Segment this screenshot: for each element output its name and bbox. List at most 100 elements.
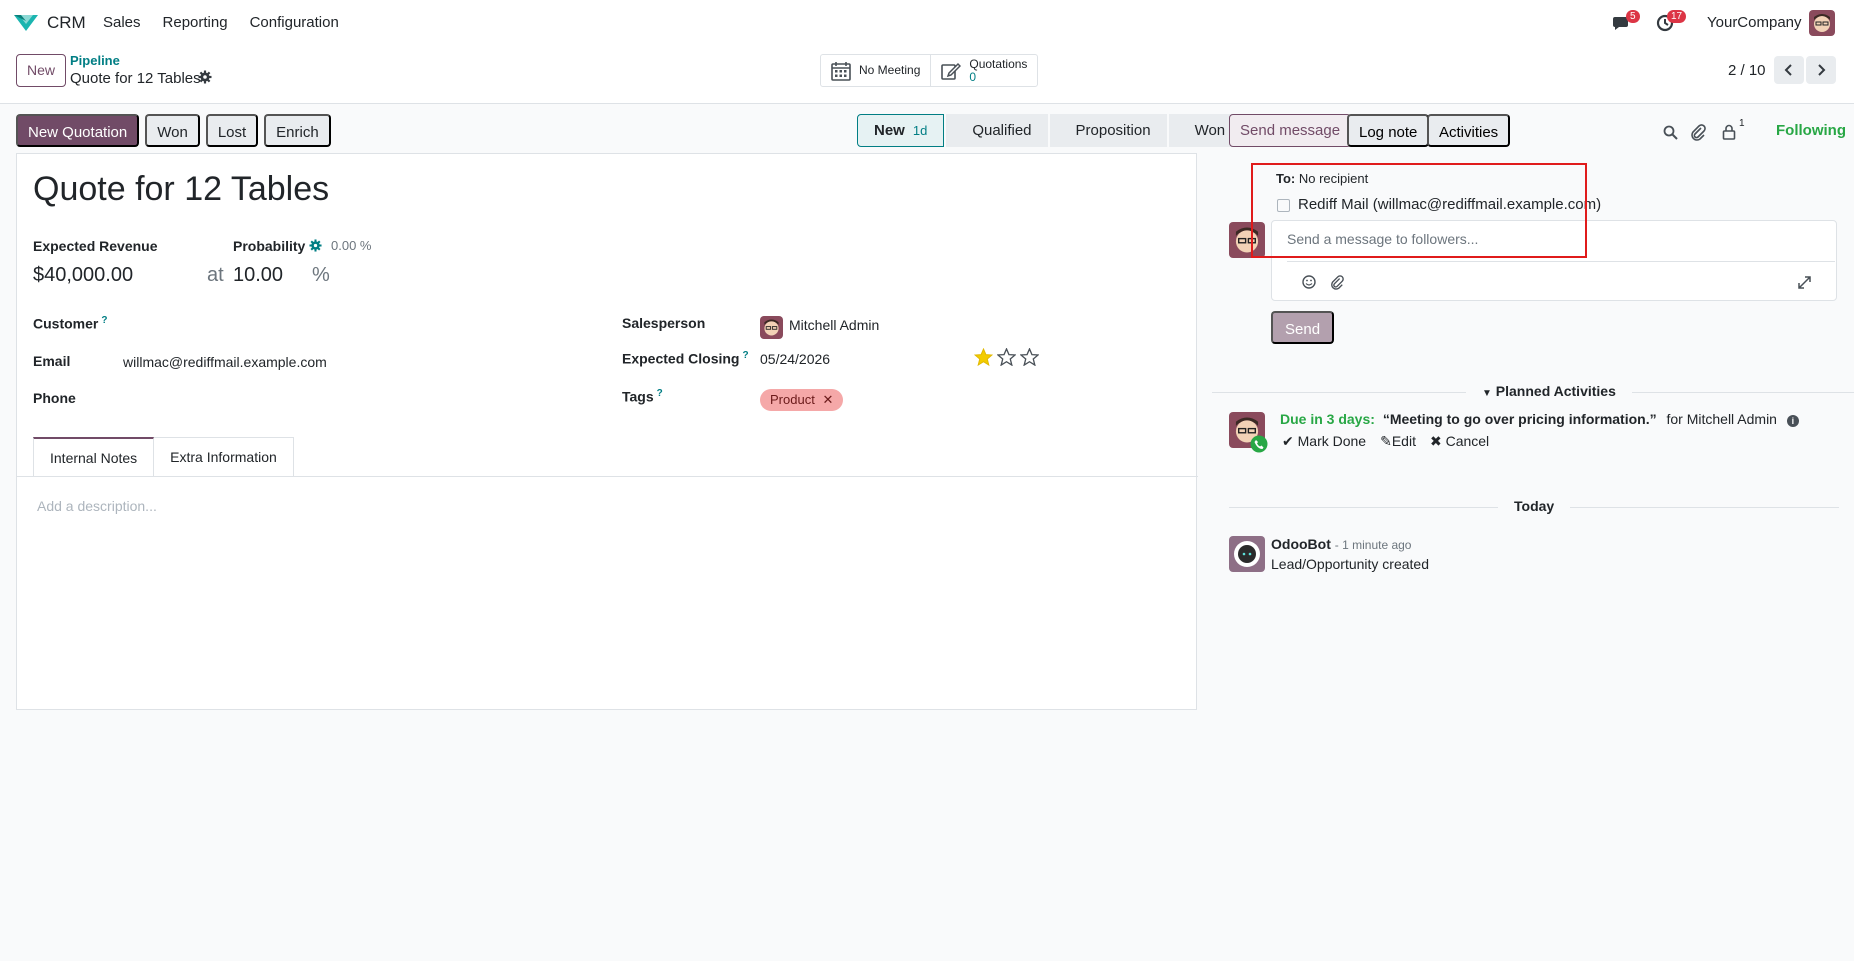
send-button[interactable]: Send	[1271, 311, 1335, 344]
paperclip-icon[interactable]	[1690, 124, 1706, 141]
help-mark[interactable]: ?	[101, 315, 107, 326]
pager-next-button[interactable]	[1806, 56, 1836, 84]
composer-divider	[1287, 261, 1835, 262]
edit-document-icon	[941, 62, 962, 80]
stage-proposition[interactable]: Proposition	[1049, 114, 1167, 147]
stage-statusbar: New 1d Qualified Proposition Won	[857, 114, 1243, 147]
crm-logo-icon[interactable]	[12, 11, 40, 33]
tags-label: Tags?	[622, 388, 663, 405]
stage-new[interactable]: New 1d	[857, 114, 945, 147]
lock-icon[interactable]	[1722, 124, 1736, 140]
stage-new-label: New	[874, 122, 905, 139]
gear-icon[interactable]	[198, 70, 212, 84]
mark-done-link[interactable]: ✔ Mark Done	[1282, 433, 1366, 450]
activities-badge: 17	[1667, 10, 1687, 23]
stage-days: 1d	[912, 123, 928, 138]
expected-revenue-label: Expected Revenue	[33, 238, 158, 254]
activity-actions: ✔ Mark Done ✎Edit ✖ Cancel	[1282, 433, 1489, 450]
breadcrumb-current: Quote for 12 Tables	[70, 70, 201, 87]
lost-button[interactable]: Lost	[205, 114, 259, 147]
email-label: Email	[33, 353, 71, 369]
won-button[interactable]: Won	[145, 114, 200, 147]
smart-buttons: No Meeting Quotations 0	[820, 54, 1039, 87]
info-icon[interactable]: i	[1786, 415, 1799, 427]
tab-internal-notes[interactable]: Internal Notes	[33, 437, 155, 476]
send-message-button[interactable]: Send message	[1229, 114, 1352, 147]
meeting-label: No Meeting	[859, 63, 921, 77]
message-author[interactable]: OdooBot	[1271, 536, 1331, 552]
gear-icon[interactable]	[309, 239, 322, 252]
close-icon: ✖	[1429, 433, 1442, 449]
star-filled-icon[interactable]	[974, 348, 993, 366]
star-empty-icon[interactable]	[1020, 348, 1039, 366]
odoobot-avatar	[1229, 536, 1265, 572]
planned-activities-toggle[interactable]: ▼ Planned Activities	[1466, 383, 1632, 399]
following-button[interactable]: Following	[1776, 114, 1846, 147]
form-sheet: Quote for 12 Tables Expected Revenue $40…	[16, 153, 1198, 710]
paperclip-icon[interactable]	[1330, 275, 1344, 290]
pager-value[interactable]: 2 / 10	[1728, 62, 1766, 79]
form-view: New Quotation Won Lost Enrich New 1d Qual…	[0, 105, 1242, 961]
user-avatar[interactable]	[1809, 10, 1835, 36]
stage-qualified[interactable]: Qualified	[946, 114, 1048, 147]
cancel-label: Cancel	[1445, 433, 1490, 449]
help-mark[interactable]: ?	[742, 350, 748, 361]
tab-extra-information[interactable]: Extra Information	[154, 437, 294, 476]
salesperson-field[interactable]: Mitchell Admin	[789, 317, 879, 333]
menu-reporting[interactable]: Reporting	[163, 14, 228, 31]
pager-previous-button[interactable]	[1774, 56, 1804, 84]
log-note-button[interactable]: Log note	[1347, 114, 1430, 147]
tag-badge[interactable]: Product ✕	[760, 389, 844, 411]
new-quotation-button[interactable]: New Quotation	[16, 114, 140, 147]
mark-done-label: Mark Done	[1297, 433, 1367, 449]
chevron-left-icon	[1784, 64, 1792, 76]
user-avatar-icon	[1809, 10, 1835, 36]
description-editor[interactable]: Add a description...	[37, 498, 157, 514]
check-icon: ✔	[1282, 433, 1294, 449]
cancel-link[interactable]: ✖ Cancel	[1430, 433, 1489, 450]
company-switcher[interactable]: YourCompany	[1707, 14, 1802, 31]
probability-field[interactable]: 10.00	[233, 264, 283, 287]
percent-sign: %	[312, 264, 330, 286]
quotations-label: Quotations	[969, 56, 1028, 71]
expected-closing-field[interactable]: 05/24/2026	[760, 351, 830, 367]
edit-link[interactable]: ✎Edit	[1380, 433, 1416, 450]
pencil-icon: ✎	[1380, 433, 1392, 449]
chevron-right-icon	[1818, 64, 1826, 76]
enrich-button[interactable]: Enrich	[264, 114, 331, 147]
message-body: Lead/Opportunity created	[1271, 556, 1429, 572]
salesperson-label: Salesperson	[622, 315, 706, 331]
breadcrumb-pipeline[interactable]: Pipeline	[70, 53, 120, 68]
caret-down-icon: ▼	[1482, 388, 1492, 399]
notebook-tabs: Internal Notes Extra Information	[33, 437, 294, 476]
quotations-smart-button[interactable]: Quotations 0	[930, 55, 1037, 86]
message-header: OdooBot - 1 minute ago	[1271, 536, 1411, 552]
search-icon[interactable]	[1663, 125, 1678, 140]
odoobot-icon	[1229, 536, 1265, 572]
phone-label: Phone	[33, 390, 76, 406]
help-mark[interactable]: ?	[657, 388, 663, 399]
followers-count[interactable]: 1	[1739, 118, 1745, 129]
menu-configuration[interactable]: Configuration	[250, 14, 339, 31]
menu-sales[interactable]: Sales	[103, 14, 141, 31]
close-icon[interactable]: ✕	[822, 392, 833, 407]
customer-label: Customer?	[33, 315, 107, 332]
tab-divider	[17, 476, 1198, 477]
quotations-count: 0	[969, 69, 977, 84]
activities-button[interactable]: Activities	[1427, 114, 1511, 147]
header-buttons: New Quotation Won Lost Enrich	[16, 114, 331, 147]
expected-revenue-field[interactable]: $40,000.00	[33, 264, 133, 287]
activity-summary: “Meeting to go over pricing information.…	[1382, 411, 1657, 427]
app-name[interactable]: CRM	[47, 13, 86, 33]
emoji-icon[interactable]	[1302, 275, 1316, 289]
email-field[interactable]: willmac@rediffmail.example.com	[123, 354, 327, 370]
expected-closing-label-text: Expected Closing	[622, 350, 740, 367]
expand-icon[interactable]	[1798, 276, 1811, 289]
record-title[interactable]: Quote for 12 Tables	[33, 170, 329, 209]
new-button[interactable]: New	[16, 54, 67, 87]
messages-badge: 5	[1626, 10, 1640, 23]
star-empty-icon[interactable]	[997, 348, 1016, 366]
today-separator: Today	[1498, 498, 1571, 514]
meeting-smart-button[interactable]: No Meeting	[821, 55, 930, 86]
activity-item: Due in 3 days: “Meeting to go over prici…	[1280, 411, 1799, 427]
